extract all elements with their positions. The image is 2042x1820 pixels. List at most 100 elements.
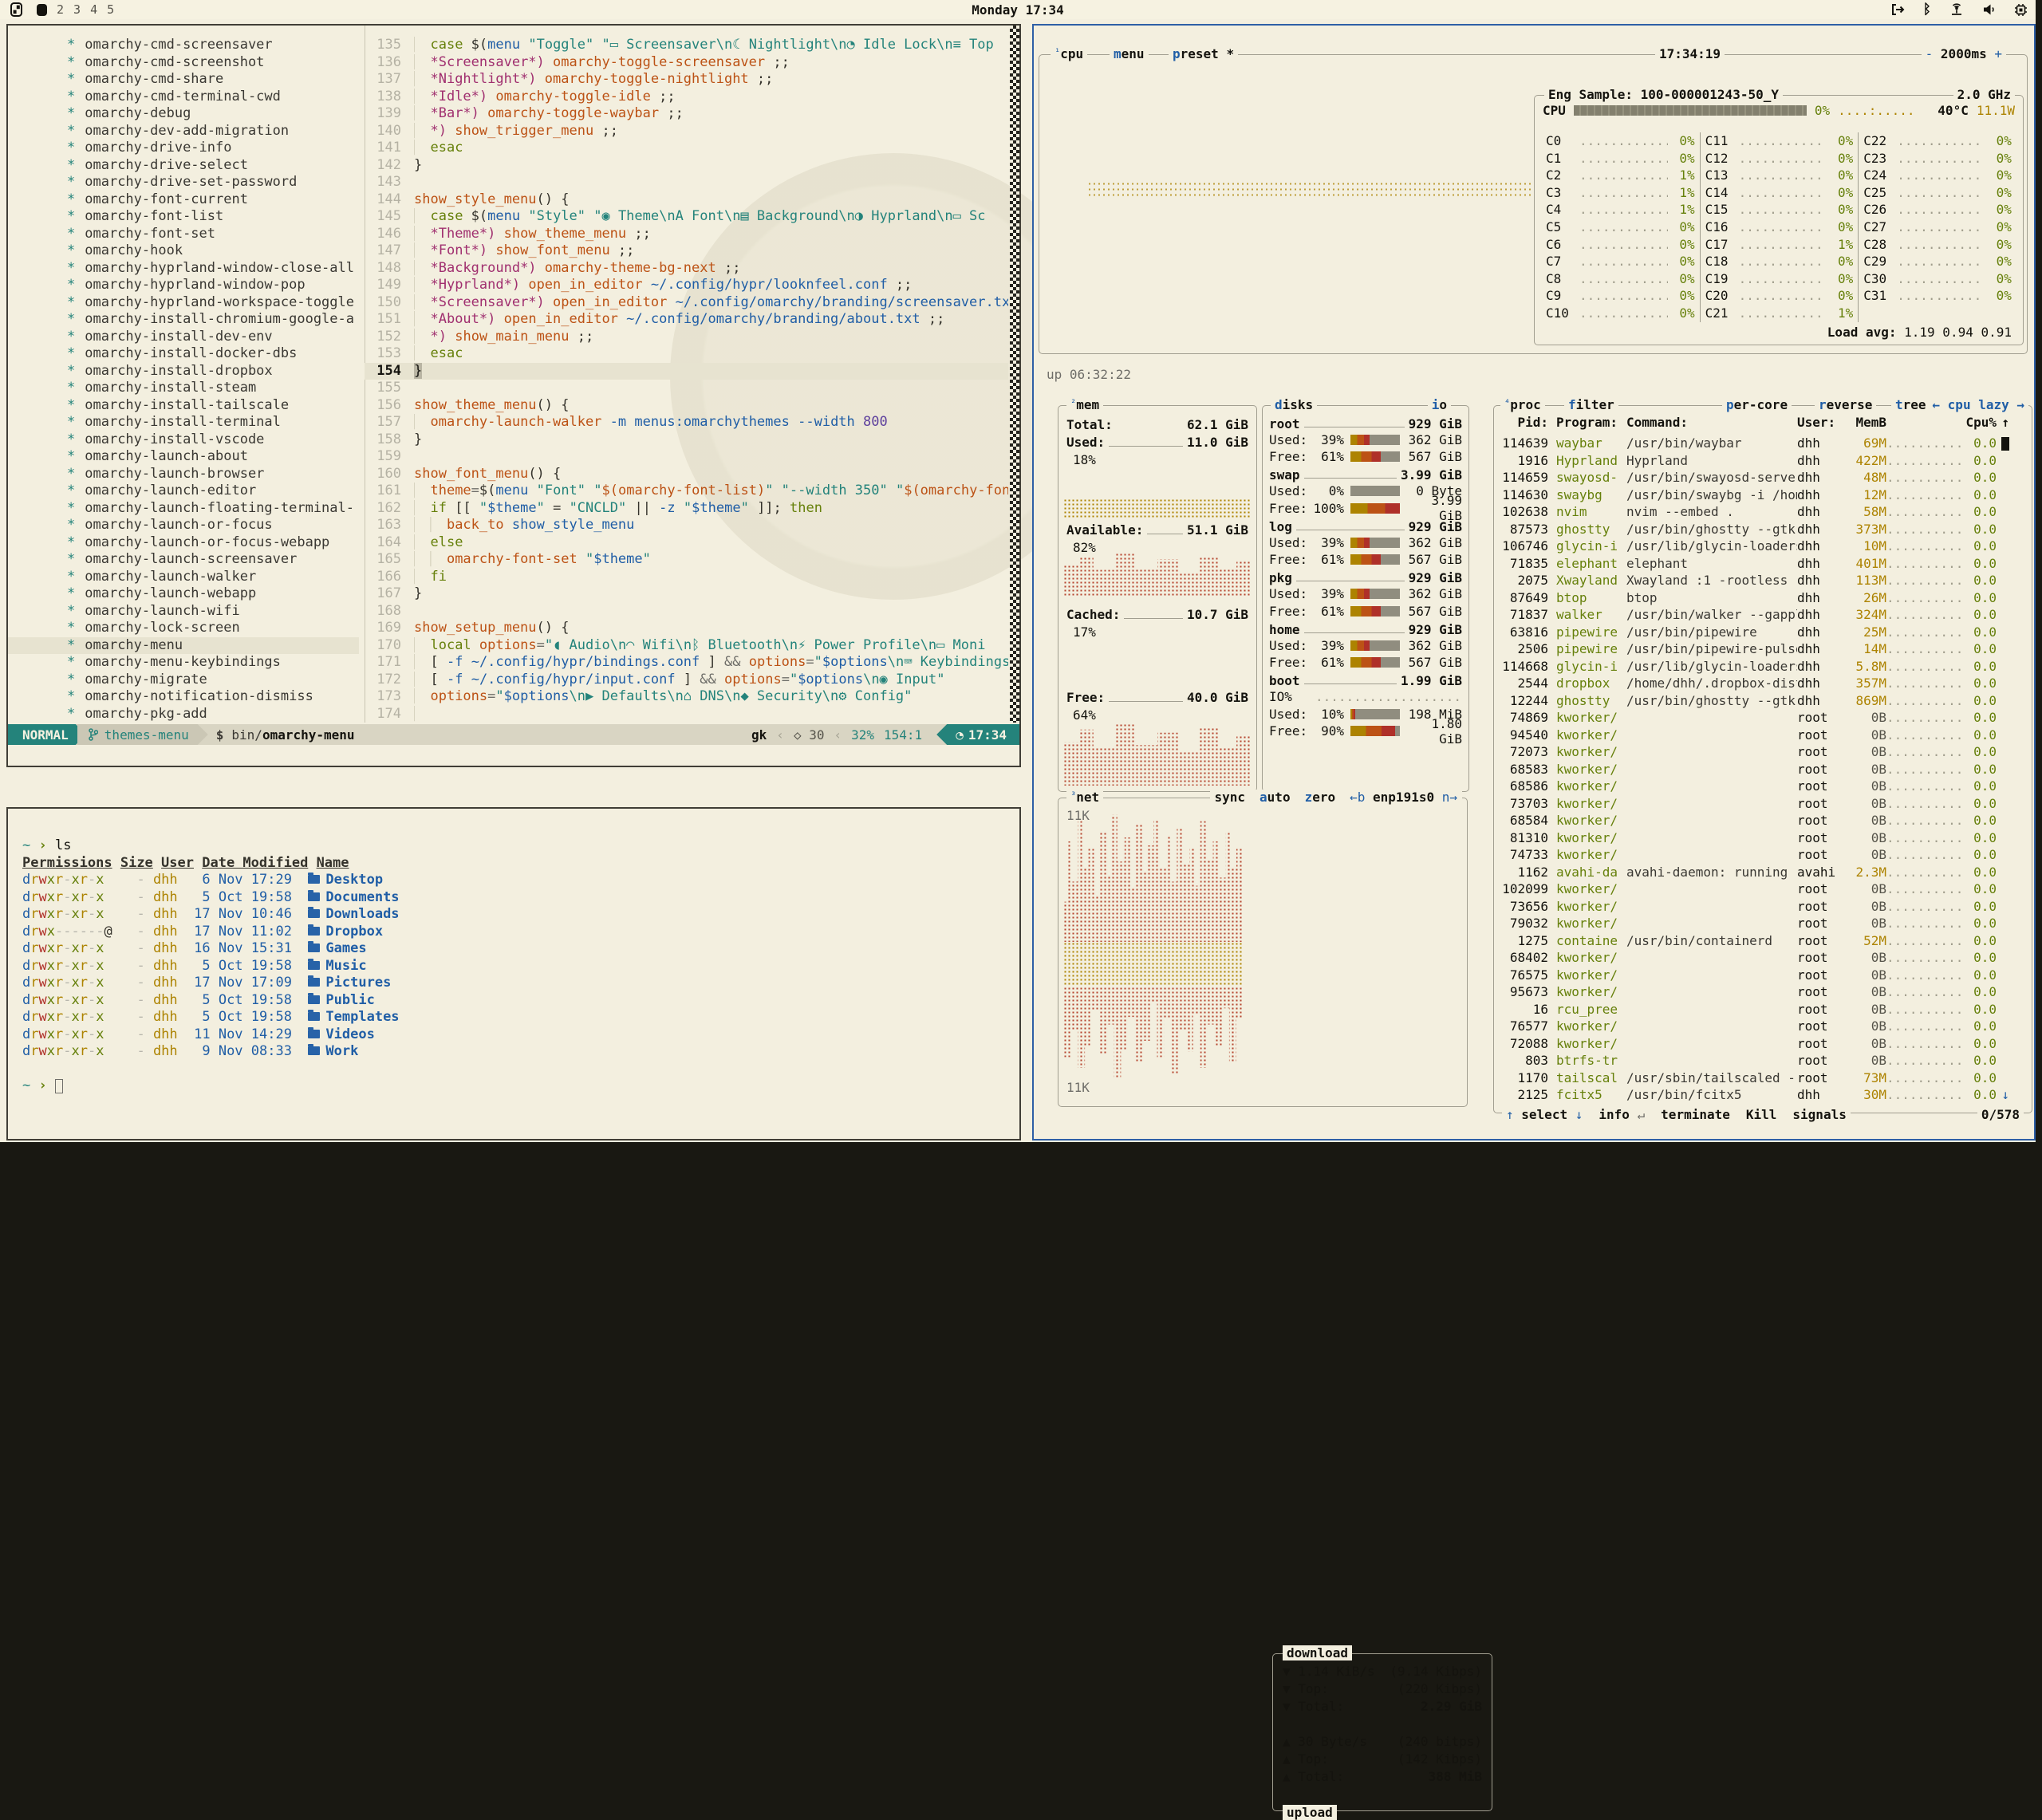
process-row[interactable]: 72073kworker/root0B..........0.0 (1494, 743, 2032, 761)
process-row[interactable]: 102099kworker/root0B..........0.0 (1494, 880, 2032, 898)
file-list-item[interactable]: *omarchy-migrate (8, 672, 359, 689)
process-row[interactable]: 114668glycin-i/usr/lib/glycin-loadersdhh… (1494, 658, 2032, 676)
process-row[interactable]: 94540kworker/root0B..........0.0 (1494, 727, 2032, 744)
process-row[interactable]: 73703kworker/root0B..........0.0 (1494, 795, 2032, 813)
cpu-box-title[interactable]: ¹cpu (1051, 46, 1087, 61)
file-list-item[interactable]: *omarchy-lock-screen (8, 620, 359, 637)
kill-button[interactable]: Kill (1746, 1107, 1777, 1122)
process-row[interactable]: 68586kworker/root0B..........0.0 (1494, 778, 2032, 795)
process-row[interactable]: 71835elephantelephantdhh401M..........0.… (1494, 555, 2032, 573)
file-list-item[interactable]: *omarchy-install-dropbox (8, 363, 359, 380)
process-row[interactable]: 16rcu_preeroot0B..........0.0 (1494, 1001, 2032, 1018)
file-list-item[interactable]: *omarchy-cmd-terminal-cwd (8, 89, 359, 106)
btop-preset-button[interactable]: preset * (1169, 46, 1238, 61)
update-interval[interactable]: - 2000ms + (1922, 46, 2006, 61)
network-icon[interactable] (1949, 3, 1965, 16)
file-list-item[interactable]: *omarchy-launch-walker (8, 569, 359, 586)
terminal-prompt[interactable]: ~ › (22, 1077, 400, 1095)
net-interface[interactable]: ←b enp191s0 n→ (1350, 790, 1457, 805)
file-list-item[interactable]: *omarchy-install-tailscale (8, 397, 359, 415)
process-row[interactable]: 106746glycin-i/usr/lib/glycin-loadersdhh… (1494, 538, 2032, 555)
file-list-item[interactable]: *omarchy-cmd-screensaver (8, 37, 359, 54)
file-list-item[interactable]: *omarchy-menu (8, 637, 359, 655)
file-list-item[interactable]: *omarchy-hyprland-window-close-all (8, 260, 359, 278)
file-list-item[interactable]: *omarchy-cmd-share (8, 71, 359, 89)
file-list-item[interactable]: *omarchy-install-chromium-google-a (8, 311, 359, 329)
file-list-item[interactable]: *omarchy-install-vscode (8, 431, 359, 449)
file-list-item[interactable]: *omarchy-debug (8, 105, 359, 123)
process-row[interactable]: 1170tailscal/usr/sbin/tailscaled --root7… (1494, 1070, 2032, 1087)
file-list-item[interactable]: *omarchy-install-steam (8, 380, 359, 397)
file-list-item[interactable]: *omarchy-font-list (8, 208, 359, 226)
file-list-item[interactable]: *omarchy-launch-screensaver (8, 551, 359, 569)
bluetooth-icon[interactable]: ᛒ (1923, 2, 1931, 18)
process-row[interactable]: 114659swayosd-/usr/bin/swayosd-serverdhh… (1494, 469, 2032, 487)
process-row[interactable]: 87573ghostty/usr/bin/ghostty --gtk-dhh37… (1494, 521, 2032, 538)
volume-icon[interactable] (1982, 3, 1997, 16)
process-row[interactable]: 71837walker/usr/bin/walker --gappldhh324… (1494, 606, 2032, 624)
file-list-item[interactable]: *omarchy-launch-webapp (8, 585, 359, 603)
memory-box-title[interactable]: ²mem (1066, 397, 1103, 412)
process-row[interactable]: 74869kworker/root0B..........0.0 (1494, 709, 2032, 727)
process-row[interactable]: 1162avahi-daavahi-daemon: running [avahi… (1494, 864, 2032, 881)
file-list-item[interactable]: *omarchy-launch-browser (8, 466, 359, 483)
terminate-button[interactable]: terminate (1661, 1107, 1730, 1122)
file-list-item[interactable]: *omarchy-hook (8, 242, 359, 260)
file-list-item[interactable]: *omarchy-launch-editor (8, 483, 359, 500)
file-list-item[interactable]: *omarchy-drive-set-password (8, 174, 359, 191)
disks-box-title[interactable]: disks (1271, 397, 1317, 412)
proc-tree-toggle[interactable]: tree (1891, 397, 1930, 412)
file-list-item[interactable]: *omarchy-install-terminal (8, 414, 359, 431)
process-row[interactable]: 68583kworker/root0B..........0.0 (1494, 761, 2032, 778)
file-list-item[interactable]: *omarchy-font-current (8, 191, 359, 209)
net-sync-toggle[interactable]: sync (1215, 790, 1246, 805)
io-toggle[interactable]: io (1428, 397, 1451, 412)
process-row[interactable]: 114630swaybg/usr/bin/swaybg -i /homdhh12… (1494, 487, 2032, 504)
terminal-cursor[interactable] (55, 1079, 63, 1093)
process-row[interactable]: 2125fcitx5/usr/bin/fcitx5dhh30M.........… (1494, 1086, 2032, 1104)
process-row[interactable]: 12244ghostty/usr/bin/ghostty --gtk-dhh86… (1494, 692, 2032, 710)
process-row[interactable]: 81310kworker/root0B..........0.0 (1494, 829, 2032, 847)
file-list-item[interactable]: *omarchy-install-dev-env (8, 329, 359, 346)
process-row[interactable]: 68584kworker/root0B..........0.0 (1494, 812, 2032, 829)
file-list-item[interactable]: *omarchy-drive-select (8, 157, 359, 175)
file-list-item[interactable]: *omarchy-launch-or-focus-webapp (8, 534, 359, 552)
file-list-item[interactable]: *omarchy-notification-dismiss (8, 688, 359, 706)
select-keys[interactable]: ↑ select ↓ (1506, 1107, 1583, 1122)
file-list-item[interactable]: *omarchy-dev-add-migration (8, 123, 359, 140)
process-row[interactable]: 2544dropbox/home/dhh/.dropbox-distdhh357… (1494, 675, 2032, 692)
proc-percore-toggle[interactable]: per-core (1722, 397, 1792, 412)
file-list-item[interactable]: *omarchy-pkg-add (8, 706, 359, 723)
process-row[interactable]: 79032kworker/root0B..........0.0 (1494, 915, 2032, 932)
file-list-item[interactable]: *omarchy-menu-keybindings (8, 654, 359, 672)
process-row[interactable]: 102638nvimnvim --embed .dhh58M..........… (1494, 503, 2032, 521)
proc-box-title[interactable]: ⁴proc (1500, 397, 1545, 412)
process-row[interactable]: 2506pipewire/usr/bin/pipewire-pulsedhh14… (1494, 640, 2032, 658)
process-row[interactable]: 114639waybar/usr/bin/waybardhh69M.......… (1494, 435, 2032, 452)
screencast-icon[interactable] (1890, 3, 1906, 16)
file-list-item[interactable]: *omarchy-launch-about (8, 448, 359, 466)
file-list-item[interactable]: *omarchy-hyprland-window-pop (8, 277, 359, 294)
process-row[interactable]: 803btrfs-trroot0B..........0.0 (1494, 1052, 2032, 1070)
file-list-item[interactable]: *omarchy-install-docker-dbs (8, 345, 359, 363)
proc-sort-selector[interactable]: ← cpu lazy → (1928, 397, 2028, 412)
process-row[interactable]: 76575kworker/root0B..........0.0 (1494, 967, 2032, 984)
process-row[interactable]: 72088kworker/root0B..........0.0 (1494, 1035, 2032, 1053)
net-box-title[interactable]: ³net (1066, 790, 1103, 805)
process-row[interactable]: 95673kworker/root0B..........0.0 (1494, 983, 2032, 1001)
editor-scrollbar[interactable] (1010, 26, 1019, 723)
file-list-item[interactable]: *omarchy-launch-floating-terminal- (8, 500, 359, 518)
file-list-item[interactable]: *omarchy-drive-info (8, 140, 359, 157)
file-list-item[interactable]: *omarchy-cmd-screenshot (8, 54, 359, 72)
info-button[interactable]: info ↵ (1599, 1107, 1645, 1122)
process-row[interactable]: 76577kworker/root0B..........0.0 (1494, 1018, 2032, 1035)
signals-button[interactable]: signals (1792, 1107, 1846, 1122)
cpu-icon[interactable] (2014, 3, 2028, 17)
process-row[interactable]: 63816pipewire/usr/bin/pipewiredhh25M....… (1494, 624, 2032, 641)
process-row[interactable]: 73656kworker/root0B..........0.0 (1494, 898, 2032, 916)
process-row[interactable]: 2075XwaylandXwayland :1 -rootless -dhh11… (1494, 572, 2032, 589)
terminal-prompt[interactable]: ~ › ls (22, 837, 400, 855)
process-row[interactable]: 74733kworker/root0B..........0.0 (1494, 846, 2032, 864)
net-auto-toggle[interactable]: auto (1259, 790, 1291, 805)
proc-reverse-toggle[interactable]: reverse (1815, 397, 1876, 412)
